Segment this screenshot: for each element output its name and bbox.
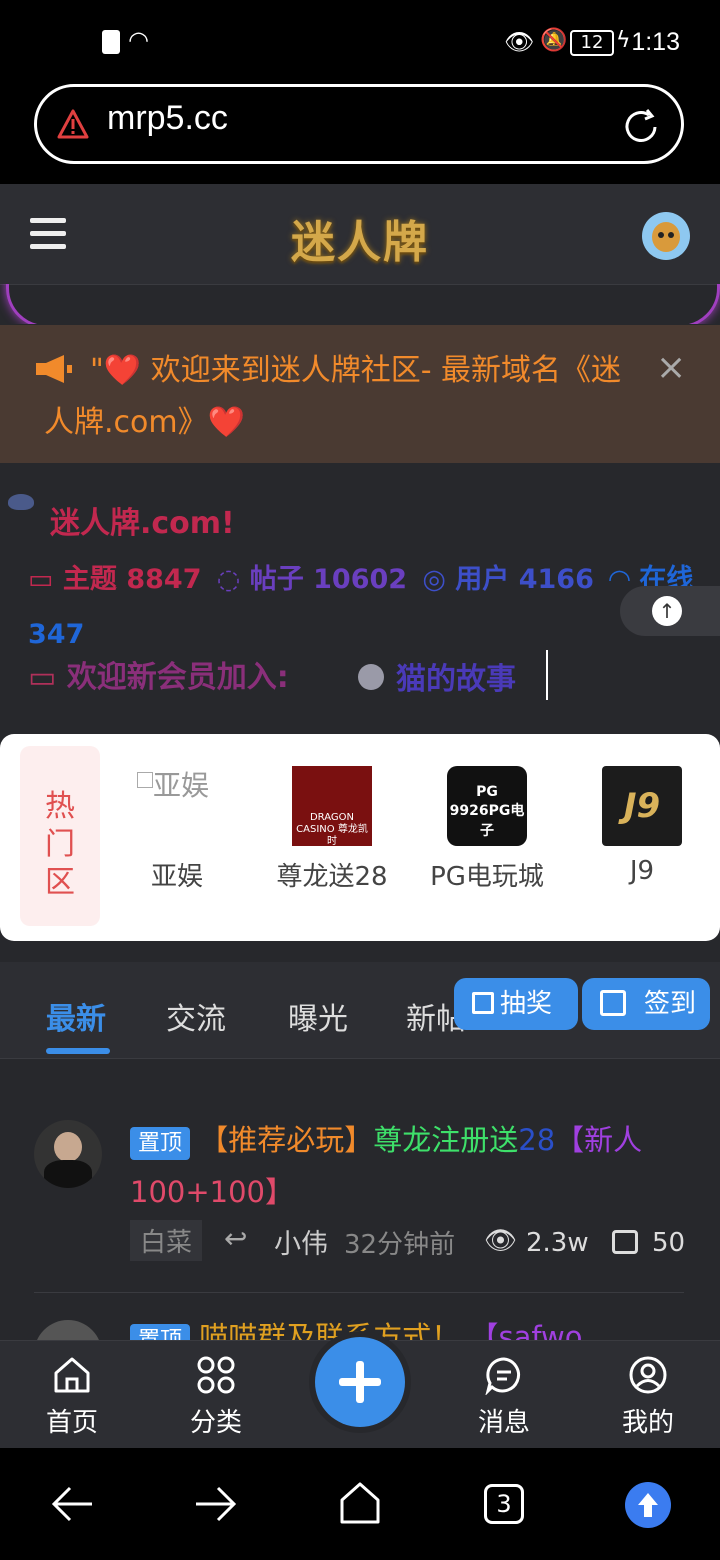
views-icon: 👁: [484, 1226, 518, 1256]
message-icon: [485, 1357, 520, 1396]
title-part: 【推荐必玩】: [199, 1123, 374, 1157]
title-part: 【新人: [555, 1123, 643, 1157]
post-avatar[interactable]: [34, 1320, 102, 1340]
hot-item-label: 尊龙送28: [276, 862, 388, 892]
site-logo[interactable]: 迷人牌: [270, 206, 450, 268]
hot-zone-label: 热门区: [20, 746, 100, 926]
browser-url-bar: mrp5.cc: [0, 84, 720, 184]
new-member-avatar[interactable]: [358, 664, 384, 690]
nav-mine-label: 我的: [621, 1408, 674, 1438]
new-member-name[interactable]: 猫的故事: [396, 654, 516, 698]
broken-image-icon: 亚娱: [137, 766, 217, 846]
nav-category-label: 分类: [189, 1408, 242, 1438]
forward-arrow-icon[interactable]: [194, 1484, 238, 1524]
post-time: 32分钟前: [344, 1230, 456, 1260]
j9-logo: J9: [602, 766, 682, 846]
site-header: 迷人牌: [0, 184, 720, 285]
eye-icon: 👁: [504, 28, 535, 56]
url-text: mrp5.cc: [107, 99, 228, 137]
post-title[interactable]: 置顶 喵喵群及联系方式！ 【safwo: [130, 1314, 690, 1340]
comments-icon: [612, 1230, 638, 1254]
status-bar: ◠ 👁 🔕 12 ϟ 1:13: [0, 0, 720, 84]
alert-icon: [102, 30, 120, 54]
url-field[interactable]: mrp5.cc: [34, 84, 684, 164]
upload-arrow-icon: [638, 1493, 658, 1517]
clock: 1:13: [631, 28, 680, 56]
tab-active-indicator: [46, 1048, 110, 1054]
post-avatar[interactable]: [34, 1120, 102, 1188]
chat-icon: ▭: [28, 660, 57, 695]
title-part: 尊龙注册送: [373, 1123, 519, 1157]
hot-item-dragon[interactable]: DRAGON CASINO 尊龙凯时 尊龙送28: [257, 754, 407, 893]
mute-bell-icon: 🔕: [540, 28, 568, 53]
pg-logo: PG 9926PG电子: [447, 766, 527, 846]
title-part: 100+100】: [130, 1175, 295, 1209]
grid-icon: [197, 1356, 235, 1394]
post-peek: 置顶 喵喵群及联系方式！ 【safwo: [0, 1300, 720, 1340]
dragon-casino-logo: DRAGON CASINO 尊龙凯时: [292, 766, 372, 847]
user-avatar[interactable]: [642, 212, 690, 260]
nav-messages-label: 消息: [477, 1408, 530, 1438]
browser-nav-bar: 3: [0, 1448, 720, 1560]
tab-exposure[interactable]: 曝光: [288, 994, 348, 1038]
nav-messages[interactable]: 消息: [454, 1341, 554, 1449]
hot-item-label: PG电玩城: [430, 862, 544, 892]
notice-banner: "❤️ 欢迎来到迷人牌社区- 最新域名《迷人牌.com》❤️ ×: [0, 325, 720, 463]
hot-item-yayu[interactable]: 亚娱 亚娱: [102, 754, 252, 893]
post-views: 2.3w: [526, 1228, 589, 1258]
community-name: 迷人牌.com!: [50, 506, 235, 541]
post-author[interactable]: 小伟: [274, 1222, 328, 1261]
title-part: 喵喵群及联系方式！: [199, 1320, 461, 1340]
reply-icon: ↩: [224, 1222, 248, 1255]
title-part: 【safwo: [469, 1320, 583, 1340]
hot-item-j9[interactable]: J9 J9: [567, 754, 717, 886]
banner-edge: [0, 284, 720, 324]
post-divider: [34, 1292, 684, 1293]
post-comments: 50: [652, 1228, 686, 1258]
posts-stat: ◌ 帖子 10602: [216, 564, 408, 595]
tabs-count-button[interactable]: 3: [484, 1484, 524, 1524]
browser-menu-button[interactable]: [625, 1482, 671, 1528]
post-tabs: 最新 交流 曝光 新帖 抽奖 签到: [0, 962, 720, 1059]
post-category[interactable]: 白菜: [130, 1220, 203, 1261]
back-arrow-icon[interactable]: [50, 1484, 94, 1524]
calendar-icon: [600, 990, 626, 1016]
pinned-badge: 置顶: [130, 1127, 191, 1160]
stats-row: ▭ 主题 8847 ◌ 帖子 10602 ◎ 用户 4166 ◠ 在线 347: [28, 554, 698, 664]
text-cursor: [546, 650, 548, 700]
not-secure-warning-icon[interactable]: [57, 109, 89, 139]
welcome-label: 欢迎新会员加入:: [66, 660, 289, 695]
scroll-top-button[interactable]: ↑: [620, 586, 720, 636]
charging-icon: ϟ: [616, 28, 631, 53]
topics-stat: ▭ 主题 8847: [28, 564, 202, 595]
nav-mine[interactable]: 我的: [598, 1341, 698, 1449]
hot-zone: 热门区 亚娱 亚娱 DRAGON CASINO 尊龙凯时 尊龙送28 PG 99…: [0, 734, 720, 941]
pinned-badge: 置顶: [130, 1324, 191, 1340]
tab-latest[interactable]: 最新: [46, 994, 106, 1038]
nav-home-label: 首页: [45, 1408, 98, 1438]
battery-icon: 12: [570, 30, 614, 56]
close-notice-button[interactable]: ×: [656, 347, 686, 388]
reload-icon[interactable]: [621, 107, 661, 147]
title-part: 28: [518, 1123, 556, 1157]
profile-icon: [629, 1356, 667, 1394]
hot-item-pg[interactable]: PG 9926PG电子 PG电玩城: [412, 754, 562, 893]
wifi-icon: ◠: [128, 26, 149, 54]
hot-item-label: 亚娱: [150, 862, 203, 892]
gift-icon: [472, 992, 494, 1014]
users-stat: ◎ 用户 4166: [422, 564, 594, 595]
nav-home[interactable]: 首页: [22, 1341, 122, 1449]
community-icon: [8, 494, 34, 510]
hot-item-label: J9: [629, 856, 655, 886]
post-title[interactable]: 置顶 【推荐必玩】尊龙注册送28【新人 100+100】: [130, 1116, 680, 1216]
notice-text: "❤️ 欢迎来到迷人牌社区- 最新域名《迷人牌.com》❤️: [44, 353, 622, 440]
welcome-row: ▭ 欢迎新会员加入:: [28, 652, 289, 696]
nav-category[interactable]: 分类: [166, 1341, 266, 1449]
new-post-button[interactable]: [315, 1337, 405, 1427]
tab-exchange[interactable]: 交流: [166, 994, 226, 1038]
home-page-icon[interactable]: [338, 1480, 382, 1524]
menu-icon[interactable]: [30, 218, 66, 250]
bottom-nav: 首页 分类 消息 我的: [0, 1337, 720, 1449]
home-icon: [54, 1357, 90, 1393]
